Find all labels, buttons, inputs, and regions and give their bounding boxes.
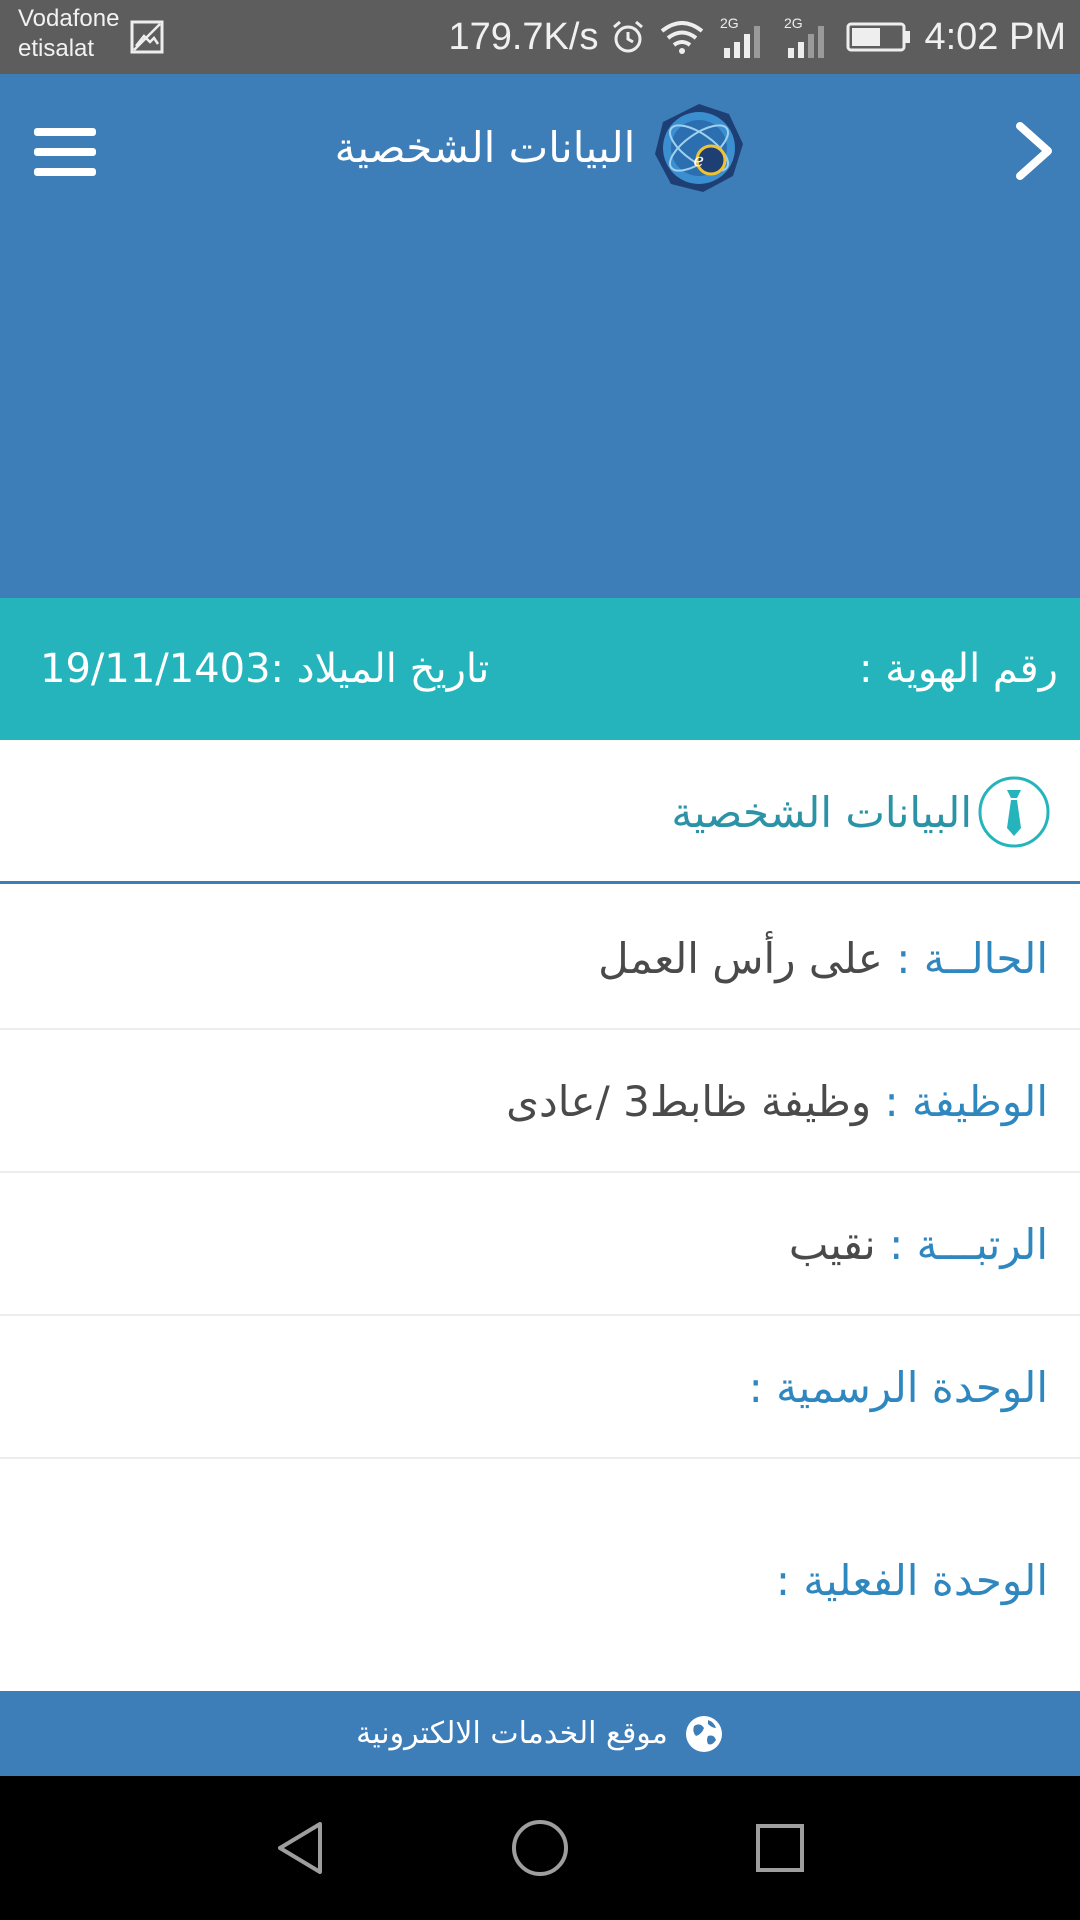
page-title: البيانات الشخصية (334, 123, 636, 172)
row-label: الرتبـــة : (889, 1220, 1048, 1269)
alarm-icon (613, 20, 644, 53)
row-text: الحالــة : على رأس العمل (598, 887, 1048, 1030)
section-title: البيانات الشخصية (671, 787, 972, 837)
eservices-link-bar[interactable]: موقع الخدمات الالكترونية (0, 1691, 1080, 1776)
list-item-actual-unit: الوحدة الفعلية : (0, 1459, 1080, 1659)
network-type-1: 2G (720, 15, 739, 31)
row-label: الوحدة الفعلية : (775, 1556, 1048, 1605)
globe-icon (685, 1715, 722, 1752)
personal-data-list: الحالــة : على رأس العمل الوظيفة : وظيفة… (0, 887, 1080, 1659)
list-item-status: الحالــة : على رأس العمل (0, 887, 1080, 1030)
status-bar: Vodafone etisalat 179.7K/s 2G 2G 4:02 PM (0, 0, 1080, 74)
list-item-job: الوظيفة : وظيفة ظابط3 /عادى (0, 1030, 1080, 1173)
row-text: الوحدة الفعلية : (776, 1509, 1048, 1652)
birth-date-label: تاريخ الميلاد : (270, 646, 490, 692)
signal-1-icon: 2G (720, 15, 761, 58)
id-info-strip: رقم الهوية : تاريخ الميلاد :19/11/1403 (0, 598, 1080, 740)
id-number-label: رقم الهوية : (859, 646, 1058, 692)
square-recent-icon[interactable] (750, 1818, 810, 1878)
section-header-group: البيانات الشخصية (671, 774, 1052, 850)
globe-e-logo-icon: e (655, 104, 744, 192)
wifi-icon (661, 21, 704, 54)
carrier-line-1: Vodafone (18, 5, 120, 32)
app-header: e البيانات الشخصية (0, 74, 1080, 598)
svg-text:e: e (694, 150, 705, 171)
carrier-labels: Vodafone etisalat (18, 4, 119, 64)
row-value: على رأس العمل (598, 934, 883, 983)
row-value: نقيب (788, 1220, 876, 1269)
tie-icon (978, 776, 1050, 848)
row-text: الرتبـــة : نقيب (789, 1173, 1048, 1316)
birth-date-value: 19/11/1403 (40, 646, 271, 692)
image-notification-icon (130, 20, 164, 54)
header-title-group: e البيانات الشخصية (0, 102, 1080, 194)
network-speed: 179.7K/s (448, 15, 599, 58)
circle-home-icon[interactable] (510, 1818, 570, 1878)
network-type-2: 2G (784, 15, 803, 31)
signal-2-icon: 2G (784, 15, 825, 58)
triangle-back-icon[interactable] (270, 1818, 330, 1878)
section-header: البيانات الشخصية (0, 740, 1080, 884)
system-nav-bar (0, 1776, 1080, 1920)
row-label: الحالــة : (896, 934, 1048, 983)
clock: 4:02 PM (924, 15, 1066, 58)
list-item-rank: الرتبـــة : نقيب (0, 1173, 1080, 1316)
battery-icon (846, 22, 911, 52)
status-right-group: 179.7K/s 2G 2G 4:02 PM (448, 0, 1066, 74)
row-label: الوحدة الرسمية : (748, 1363, 1048, 1412)
birth-date: تاريخ الميلاد :19/11/1403 (40, 598, 489, 740)
chevron-right-icon[interactable] (1010, 118, 1058, 184)
eservices-link-text[interactable]: موقع الخدمات الالكترونية (356, 1716, 668, 1751)
list-item-official-unit: الوحدة الرسمية : (0, 1316, 1080, 1459)
eservices-link[interactable]: موقع الخدمات الالكترونية (0, 1691, 1080, 1776)
row-value: وظيفة ظابط3 /عادى (506, 1077, 872, 1126)
row-text: الوحدة الرسمية : (749, 1316, 1048, 1459)
row-text: الوظيفة : وظيفة ظابط3 /عادى (506, 1030, 1048, 1173)
row-label: الوظيفة : (884, 1077, 1048, 1126)
carrier-line-2: etisalat (18, 35, 95, 62)
